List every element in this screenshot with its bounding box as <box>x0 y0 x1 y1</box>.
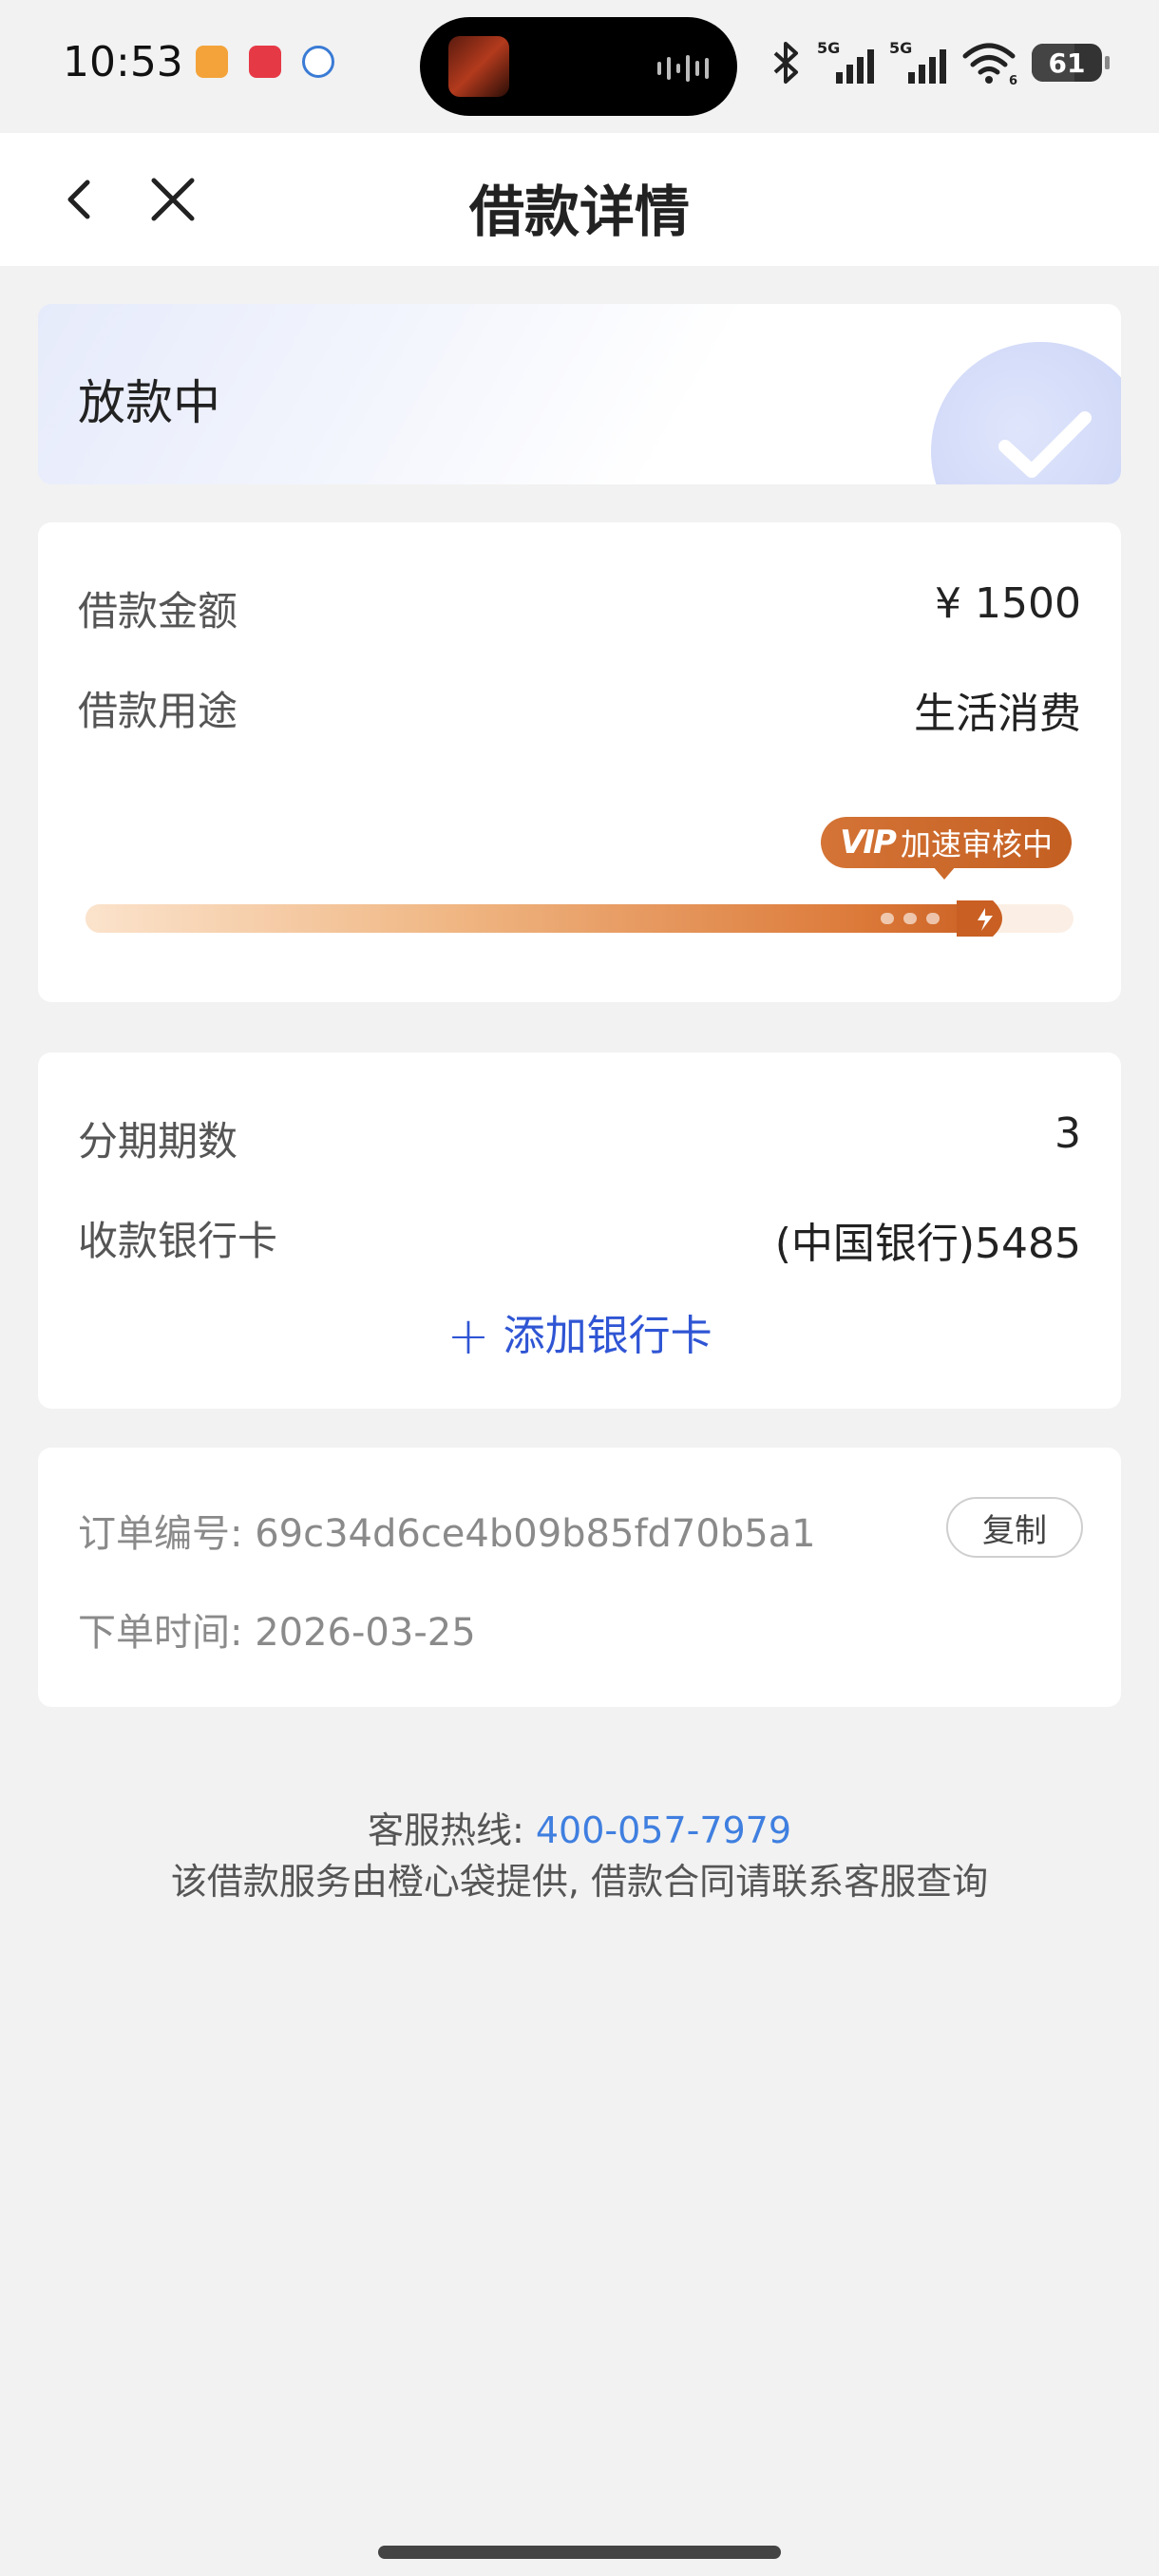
copy-button[interactable]: 复制 <box>946 1497 1083 1558</box>
loan-status: 放款中 <box>78 375 220 430</box>
app-notification-icon <box>302 46 334 78</box>
bank-card-row[interactable]: 收款银行卡 (中国银行)5485 <box>78 1200 1081 1268</box>
hotline-number-link[interactable]: 400-057-7979 <box>536 1809 791 1851</box>
battery-icon: 61 <box>1032 44 1110 82</box>
installments-value: 3 <box>1054 1109 1081 1158</box>
vip-review-badge: VIP 加速审核中 <box>821 817 1072 880</box>
hotline-label: 客服热线: <box>367 1809 524 1851</box>
nav-header: 借款详情 <box>0 133 1159 266</box>
loan-amount-card: 借款金额 ¥ 1500 借款用途 生活消费 VIP 加速审核中 <box>38 522 1121 1002</box>
signal-5g-icon: 5G <box>889 39 946 84</box>
loan-status-card: 放款中 <box>38 304 1121 484</box>
bluetooth-icon <box>773 42 798 84</box>
home-indicator[interactable] <box>378 2546 781 2559</box>
wifi-label: 6 <box>1009 74 1017 86</box>
dynamic-island[interactable] <box>420 17 737 116</box>
progress-dots-icon <box>881 913 940 924</box>
clock: 10:53 <box>63 38 183 86</box>
purpose-row: 借款用途 生活消费 <box>78 670 1081 738</box>
repayment-info-card: 分期期数 3 收款银行卡 (中国银行)5485 + 添加银行卡 <box>38 1052 1121 1409</box>
hotline-line: 客服热线: 400-057-7979 <box>0 1805 1159 1856</box>
bank-card-value: (中国银行)5485 <box>774 1220 1081 1268</box>
installments-row: 分期期数 3 <box>78 1100 1081 1166</box>
service-footer: 客服热线: 400-057-7979 该借款服务由橙心袋提供, 借款合同请联系客… <box>0 1805 1159 1907</box>
service-note: 该借款服务由橙心袋提供, 借款合同请联系客服查询 <box>170 1861 989 1903</box>
plus-icon: + <box>446 1306 490 1366</box>
signal-1-label: 5G <box>817 39 840 57</box>
order-info-card: 订单编号: 69c34d6ce4b09b85fd70b5a1 复制 下单时间: … <box>38 1448 1121 1707</box>
purpose-label: 借款用途 <box>78 688 238 734</box>
amount-value: ¥ 1500 <box>935 579 1081 628</box>
notification-icons <box>196 46 334 78</box>
status-bar: 10:53 5G 5G 6 61 <box>0 0 1159 133</box>
vip-status-text: 加速审核中 <box>900 826 1053 862</box>
app-notification-icon <box>196 46 228 78</box>
audio-wave-icon <box>657 55 709 82</box>
battery-percent: 61 <box>1048 47 1086 79</box>
bank-card-label: 收款银行卡 <box>78 1218 278 1264</box>
review-progress-bar <box>86 900 1074 937</box>
media-thumbnail-icon <box>448 36 509 97</box>
wifi-icon: 6 <box>962 43 1017 86</box>
signal-5g-icon: 5G <box>817 39 874 84</box>
rocket-head-icon <box>957 900 1002 937</box>
app-notification-icon <box>249 46 281 78</box>
purpose-value: 生活消费 <box>914 690 1081 738</box>
progress-fill <box>86 904 995 933</box>
order-number: 订单编号: 69c34d6ce4b09b85fd70b5a1 <box>78 1512 816 1556</box>
installments-label: 分期期数 <box>78 1118 238 1165</box>
order-time: 下单时间: 2026-03-25 <box>78 1611 476 1655</box>
add-bank-card-label: 添加银行卡 <box>503 1312 712 1360</box>
check-badge-icon <box>931 342 1121 484</box>
amount-row: 借款金额 ¥ 1500 <box>78 570 1081 636</box>
add-bank-card-button[interactable]: + 添加银行卡 <box>38 1301 1121 1366</box>
page-title: 借款详情 <box>468 180 690 244</box>
amount-label: 借款金额 <box>78 588 238 635</box>
system-icons: 5G 5G 6 61 <box>768 38 1110 87</box>
signal-2-label: 5G <box>889 39 912 57</box>
vip-logo: VIP <box>840 824 897 862</box>
